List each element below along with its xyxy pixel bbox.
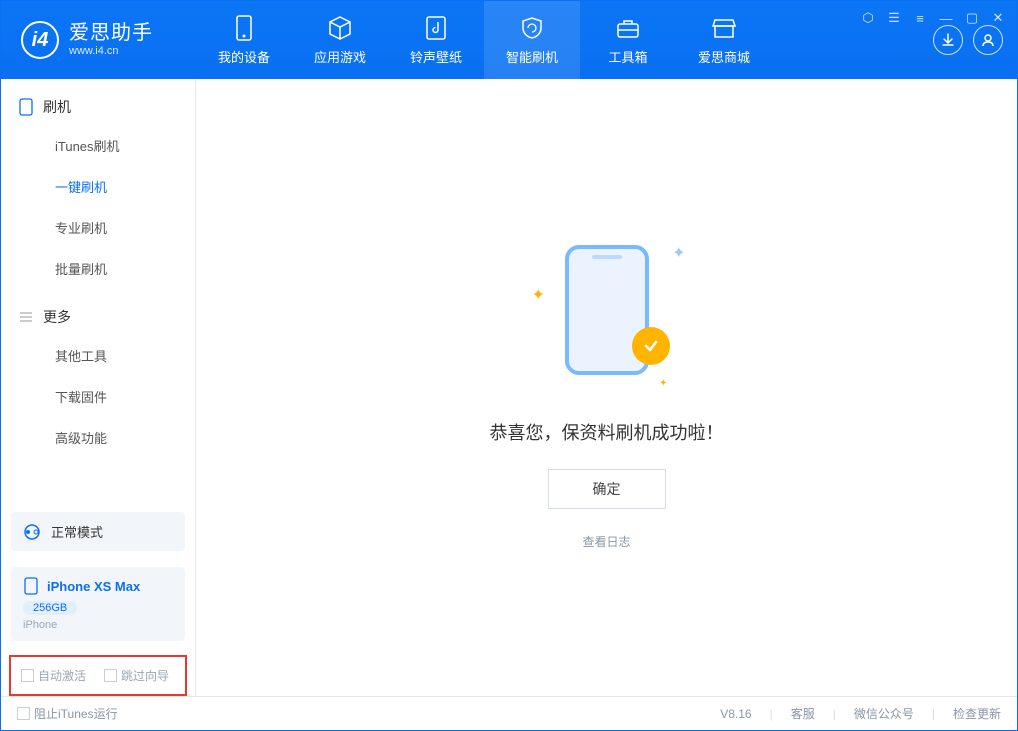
sparkle-icon: ✦ bbox=[659, 378, 667, 389]
tab-label: 智能刷机 bbox=[506, 47, 558, 66]
device-small-icon bbox=[23, 577, 39, 595]
mode-icon bbox=[23, 523, 41, 541]
sidebar-item-batch-flash[interactable]: 批量刷机 bbox=[1, 248, 195, 289]
device-type: iPhone bbox=[23, 619, 173, 631]
header-tabs: 我的设备 应用游戏 铃声壁纸 bbox=[196, 1, 772, 79]
menu-icon[interactable]: ≡ bbox=[911, 9, 929, 27]
refresh-shield-icon bbox=[519, 15, 545, 41]
app-window: ⬡ ☰ ≡ — ▢ ✕ i4 爱思助手 www.i4.cn 我的设备 bbox=[0, 0, 1018, 731]
tab-toolbox[interactable]: 工具箱 bbox=[580, 1, 676, 79]
device-capacity: 256GB bbox=[23, 601, 77, 615]
music-file-icon bbox=[423, 15, 449, 41]
app-title: 爱思助手 bbox=[69, 22, 153, 45]
user-button[interactable] bbox=[973, 25, 1003, 55]
mode-label: 正常模式 bbox=[51, 522, 103, 541]
sidebar-item-advanced[interactable]: 高级功能 bbox=[1, 417, 195, 458]
minimize-button[interactable]: — bbox=[937, 9, 955, 27]
sidebar-item-itunes-flash[interactable]: iTunes刷机 bbox=[1, 125, 195, 166]
footer-link-wechat[interactable]: 微信公众号 bbox=[854, 705, 914, 722]
close-button[interactable]: ✕ bbox=[989, 9, 1007, 27]
app-logo: i4 爱思助手 www.i4.cn bbox=[1, 1, 196, 79]
download-button[interactable] bbox=[933, 25, 963, 55]
bottom-options: 自动激活 跳过向导 bbox=[9, 655, 187, 696]
tab-ringtone-wallpaper[interactable]: 铃声壁纸 bbox=[388, 1, 484, 79]
body: 刷机 iTunes刷机 一键刷机 专业刷机 批量刷机 更多 其他工具 下载固件 … bbox=[1, 79, 1017, 696]
checkbox-icon[interactable] bbox=[21, 669, 34, 682]
opt-block-itunes[interactable]: 阻止iTunes运行 bbox=[17, 705, 118, 722]
view-log-link[interactable]: 查看日志 bbox=[582, 533, 630, 550]
main-panel: ✦ ✦ ✦ 恭喜您，保资料刷机成功啦！ 确定 查看日志 bbox=[196, 79, 1017, 696]
tab-smart-flash[interactable]: 智能刷机 bbox=[484, 1, 580, 79]
sparkle-icon: ✦ bbox=[532, 285, 545, 305]
version-label: V8.16 bbox=[720, 707, 751, 721]
phone-icon bbox=[19, 98, 33, 116]
opt-auto-activate[interactable]: 自动激活 bbox=[21, 667, 86, 684]
section-title: 刷机 bbox=[43, 97, 71, 117]
sidebar-item-pro-flash[interactable]: 专业刷机 bbox=[1, 207, 195, 248]
list-icon bbox=[19, 310, 33, 324]
opt-skip-guide[interactable]: 跳过向导 bbox=[104, 667, 169, 684]
tab-label: 铃声壁纸 bbox=[410, 47, 462, 66]
maximize-button[interactable]: ▢ bbox=[963, 9, 981, 27]
footer-right: V8.16 | 客服 | 微信公众号 | 检查更新 bbox=[720, 705, 1001, 722]
tab-store[interactable]: 爱思商城 bbox=[676, 1, 772, 79]
device-card[interactable]: iPhone XS Max 256GB iPhone bbox=[11, 567, 185, 641]
footer-link-support[interactable]: 客服 bbox=[791, 705, 815, 722]
device-icon bbox=[231, 15, 257, 41]
cube-icon bbox=[327, 15, 353, 41]
sidebar-section-flash: 刷机 bbox=[1, 79, 195, 125]
logo-icon: i4 bbox=[21, 21, 59, 59]
check-badge-icon bbox=[632, 327, 670, 365]
sidebar-section-more: 更多 bbox=[1, 289, 195, 335]
footer-link-update[interactable]: 检查更新 bbox=[953, 705, 1001, 722]
tab-label: 工具箱 bbox=[608, 47, 647, 66]
checkbox-icon[interactable] bbox=[104, 669, 117, 682]
tab-label: 应用游戏 bbox=[314, 47, 366, 66]
success-message: 恭喜您，保资料刷机成功啦！ bbox=[490, 419, 724, 445]
header-wrap: ⬡ ☰ ≡ — ▢ ✕ i4 爱思助手 www.i4.cn 我的设备 bbox=[1, 1, 1017, 79]
section-title: 更多 bbox=[43, 307, 71, 327]
ok-button[interactable]: 确定 bbox=[548, 469, 666, 509]
shirt-icon[interactable]: ⬡ bbox=[859, 9, 877, 27]
tab-label: 我的设备 bbox=[218, 47, 270, 66]
store-icon bbox=[711, 15, 737, 41]
device-name: iPhone XS Max bbox=[47, 579, 140, 594]
tab-my-device[interactable]: 我的设备 bbox=[196, 1, 292, 79]
tab-apps-games[interactable]: 应用游戏 bbox=[292, 1, 388, 79]
footer: 阻止iTunes运行 V8.16 | 客服 | 微信公众号 | 检查更新 bbox=[1, 696, 1017, 730]
sidebar-item-download-firmware[interactable]: 下载固件 bbox=[1, 376, 195, 417]
toolbox-icon bbox=[615, 15, 641, 41]
sparkle-icon: ✦ bbox=[672, 243, 685, 263]
mode-card[interactable]: 正常模式 bbox=[11, 512, 185, 551]
sidebar: 刷机 iTunes刷机 一键刷机 专业刷机 批量刷机 更多 其他工具 下载固件 … bbox=[1, 79, 196, 696]
list-icon[interactable]: ☰ bbox=[885, 9, 903, 27]
checkbox-icon[interactable] bbox=[17, 707, 30, 720]
sidebar-item-one-click-flash[interactable]: 一键刷机 bbox=[1, 166, 195, 207]
window-controls: ⬡ ☰ ≡ — ▢ ✕ bbox=[859, 9, 1007, 27]
sidebar-item-other-tools[interactable]: 其他工具 bbox=[1, 335, 195, 376]
success-illustration: ✦ ✦ ✦ bbox=[522, 225, 692, 395]
tab-label: 爱思商城 bbox=[698, 47, 750, 66]
app-subtitle: www.i4.cn bbox=[69, 45, 153, 58]
